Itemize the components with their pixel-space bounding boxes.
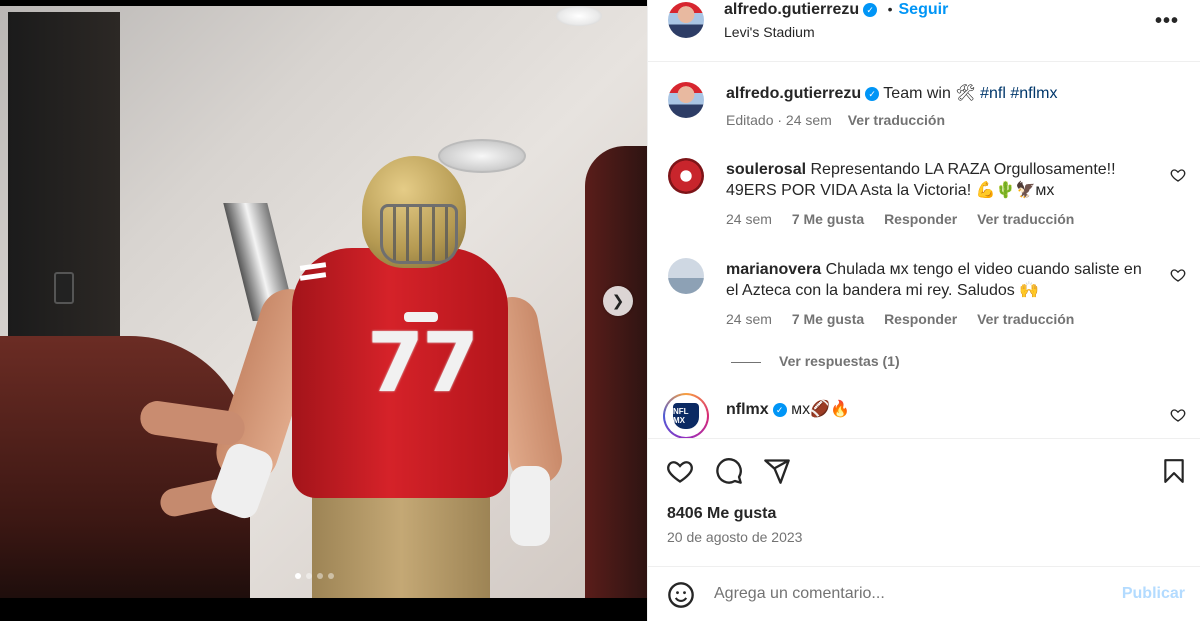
comment-composer: Publicar [648,566,1200,621]
author-avatar[interactable] [668,2,704,38]
publish-button[interactable]: Publicar [1122,585,1185,603]
photo-ceiling-vent [438,139,526,173]
caption-meta: Editado · 24 sem Ver traducción [726,112,945,128]
caption-text: Team win 🛠 [883,85,976,102]
likes-count[interactable]: 8406 Me gusta [667,505,776,523]
comment-username[interactable]: marianovera [726,261,821,278]
author-line: alfredo.gutierrezu ✓ • Seguir [724,1,948,19]
photo-facemask [380,204,458,264]
carousel-dot [317,573,323,579]
post-photo: 77 [0,6,647,598]
comment-translate-link[interactable]: Ver traducción [977,211,1074,227]
view-replies-label[interactable]: Ver respuestas (1) [779,353,900,369]
comment-input[interactable] [714,585,1094,603]
photo-glove [510,466,550,546]
follow-button[interactable]: Seguir [899,1,949,18]
caption-author-avatar[interactable] [668,82,704,118]
comment-meta: 24 sem 7 Me gusta Responder Ver traducci… [726,211,1074,227]
comment-translate-link[interactable]: Ver traducción [977,311,1074,327]
comment-time: 24 sem [726,211,772,227]
comment-username[interactable]: nflmx [726,401,769,418]
photo-jersey-number: 77 [366,316,479,411]
nflmx-avatar: NFL MX [665,395,707,437]
post-location[interactable]: Levi's Stadium [724,24,815,40]
comment-time: 24 sem [726,311,772,327]
comment-likes[interactable]: 7 Me gusta [792,211,864,227]
photo-phone [54,272,74,304]
nfl-logo-icon: NFL MX [673,403,699,429]
comment-avatar[interactable] [668,158,704,194]
comment-meta: 24 sem 7 Me gusta Responder Ver traducci… [726,311,1074,327]
comment-text: el Azteca con la bandera mi rey. Saludos… [726,282,1040,299]
post-media: 77 ❯ [0,0,647,621]
carousel-dot [328,573,334,579]
comment-item: nflmx ✓ ᴍx🏈🔥 [726,399,850,420]
like-heart-icon[interactable] [666,457,694,485]
heart-icon[interactable] [1170,407,1186,423]
media-bottom-letterbox [0,598,647,621]
comment-likes[interactable]: 7 Me gusta [792,311,864,327]
comment-text: Chulada ᴍx tengo el video cuando saliste… [825,261,1142,278]
post-side-panel: alfredo.gutierrezu ✓ • Seguir Levi's Stadi… [647,0,1200,621]
share-icon[interactable] [763,457,791,485]
photo-crowd [0,336,250,598]
verified-icon: ✓ [865,86,880,101]
caption-username[interactable]: alfredo.gutierrezu [726,85,861,102]
bookmark-icon[interactable] [1161,457,1187,485]
reply-button[interactable]: Responder [884,311,957,327]
author-username[interactable]: alfredo.gutierrezu [724,1,859,18]
comment-text: Representando LA RAZA Orgullosamente!! [810,161,1116,178]
photo-ceiling-light [556,6,602,26]
replies-divider [731,361,761,363]
caption-hashtags[interactable]: #nfl #nflmx [980,85,1057,102]
more-options-icon[interactable]: ••• [1155,10,1179,33]
post-date: 20 de agosto de 2023 [667,529,803,545]
caption: alfredo.gutierrezu ✓ Team win 🛠 #nfl #nfl… [726,83,1057,104]
comment-item: marianovera Chulada ᴍx tengo el video cu… [726,259,1142,301]
caption-edited-time: Editado · 24 sem [726,112,832,128]
comment-text: 49ERS POR VIDA Asta la Victoria! 💪🌵🦅ᴍx [726,182,1055,199]
photo-teammate [585,146,647,598]
emoji-icon[interactable] [667,581,695,609]
next-photo-button[interactable]: ❯ [603,286,633,316]
comment-item: soulerosal Representando LA RAZA Orgullo… [726,159,1116,201]
caption-translate-link[interactable]: Ver traducción [848,112,945,128]
comment-text: ᴍx🏈🔥 [791,401,850,418]
comment-avatar[interactable] [668,258,704,294]
separator-dot: • [887,1,893,17]
reply-button[interactable]: Responder [884,211,957,227]
heart-icon[interactable] [1170,267,1186,283]
carousel-dot [306,573,312,579]
comment-icon[interactable] [715,457,743,485]
verified-icon: ✓ [772,402,787,417]
action-bar [648,438,1200,439]
comment-username[interactable]: soulerosal [726,161,806,178]
comment-avatar-story-ring[interactable]: NFL MX [663,393,709,439]
heart-icon[interactable] [1170,167,1186,183]
carousel-indicator [295,573,334,579]
post-header: alfredo.gutierrezu ✓ • Seguir Levi's Stadi… [648,0,1200,62]
carousel-dot [295,573,301,579]
verified-icon: ✓ [863,2,878,17]
chevron-right-icon: ❯ [611,293,625,310]
view-replies[interactable]: Ver respuestas (1) [731,353,900,369]
